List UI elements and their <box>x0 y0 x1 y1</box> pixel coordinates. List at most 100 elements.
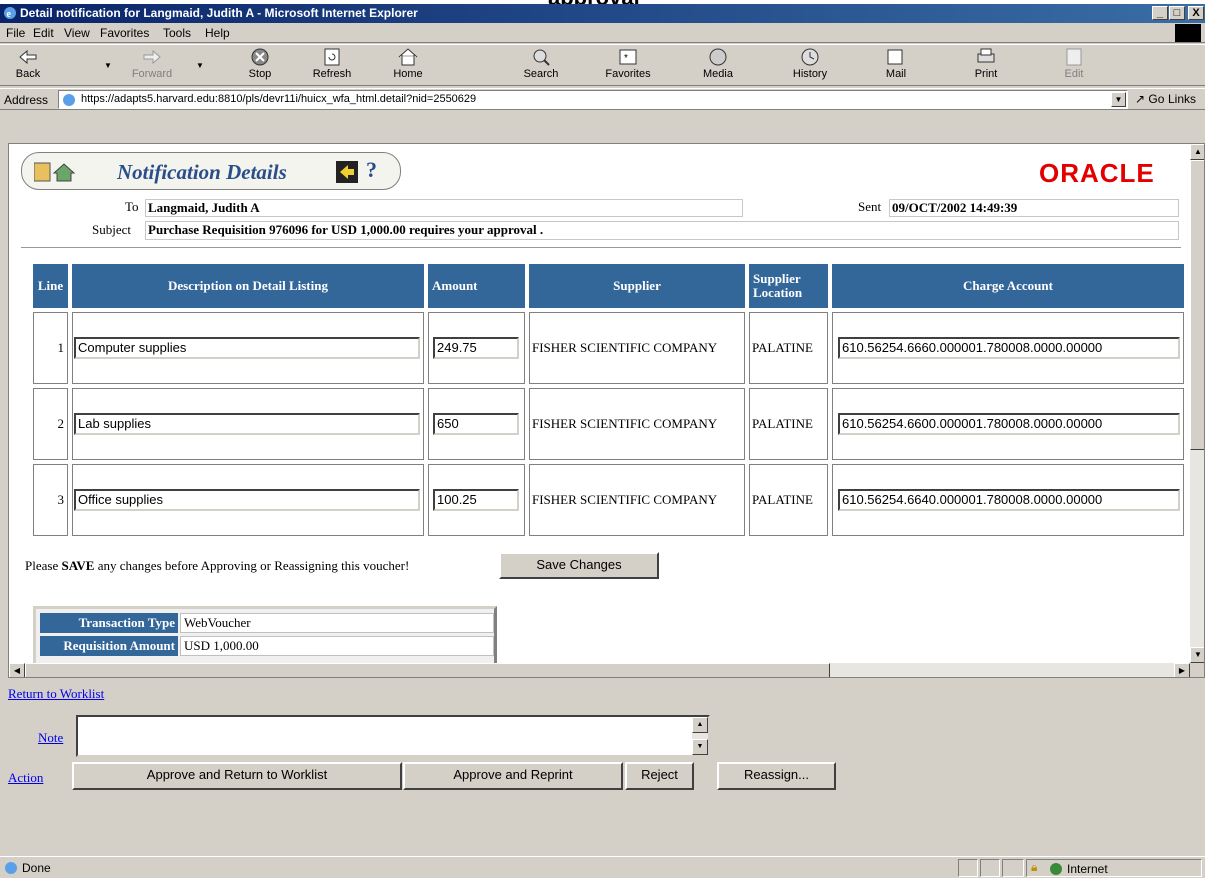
horizontal-scrollbar[interactable]: ◀ ▶ <box>9 663 1190 677</box>
ie-icon: e <box>4 7 16 20</box>
forward-dropdown-icon[interactable]: ▼ <box>196 61 204 70</box>
amount-input[interactable]: 650 <box>433 413 519 435</box>
header-supplier: Supplier <box>529 264 745 308</box>
amount-input[interactable]: 100.25 <box>433 489 519 511</box>
status-text: Done <box>22 861 51 875</box>
scroll-down-icon[interactable]: ▼ <box>1190 647 1204 663</box>
save-changes-button[interactable]: Save Changes <box>499 552 659 579</box>
amount-input[interactable]: 249.75 <box>433 337 519 359</box>
go-button[interactable]: ↗ Go <box>1135 92 1164 106</box>
table-header-row: Line Description on Detail Listing Amoun… <box>33 264 1184 308</box>
favorites-button[interactable]: * Favorites <box>598 47 658 85</box>
refresh-button[interactable]: Refresh <box>302 47 362 85</box>
vertical-scrollbar[interactable]: ▲ ▼ <box>1190 144 1204 663</box>
forward-label: Forward <box>131 68 173 80</box>
media-label: Media <box>703 68 733 80</box>
row-supplier: FISHER SCIENTIFIC COMPANY <box>529 388 745 460</box>
help-icon[interactable]: ? <box>366 157 377 183</box>
save-reminder-suffix: any changes before Approving or Reassign… <box>97 558 410 573</box>
lines-table: Line Description on Detail Listing Amoun… <box>29 260 1188 540</box>
menu-bar: File Edit View Favorites Tools Help <box>0 23 1205 43</box>
charge-account-input[interactable]: 610.56254.6660.000001.780008.0000.00000 <box>838 337 1180 359</box>
zone-text: Internet <box>1067 862 1108 876</box>
favorites-label: Favorites <box>605 68 651 80</box>
address-dropdown-icon[interactable]: ▼ <box>1111 92 1126 107</box>
history-button[interactable]: History <box>780 47 840 85</box>
back-dropdown-icon[interactable]: ▼ <box>104 61 112 70</box>
print-button[interactable]: Print <box>956 47 1016 85</box>
go-arrow-icon: ↗ <box>1135 92 1146 106</box>
reject-button[interactable]: Reject <box>625 762 694 790</box>
status-pane <box>958 859 978 877</box>
note-scrollbar[interactable]: ▲ ▼ <box>692 717 708 755</box>
oracle-logo: ORACLE <box>1039 158 1155 188</box>
return-to-worklist-link[interactable]: Return to Worklist <box>8 686 104 702</box>
action-link[interactable]: Action <box>8 770 43 786</box>
menu-tools[interactable]: Tools <box>163 26 191 40</box>
transaction-table: Transaction Type WebVoucher Requisition … <box>33 606 497 666</box>
row-account-cell: 610.56254.6660.000001.780008.0000.00000 <box>832 312 1184 384</box>
browser-toolbar: Back ▼ Forward ▼ Stop Refresh Home Searc… <box>0 44 1205 86</box>
exit-icon[interactable] <box>334 159 362 185</box>
save-reminder: Please SAVE any changes before Approving… <box>25 558 409 574</box>
note-scroll-down-icon[interactable]: ▼ <box>692 739 708 755</box>
approve-and-return-button[interactable]: Approve and Return to Worklist <box>72 762 402 790</box>
media-button[interactable]: Media <box>688 47 748 85</box>
minimize-button[interactable]: _ <box>1152 6 1168 20</box>
description-input[interactable]: Lab supplies <box>74 413 420 435</box>
horizontal-scroll-thumb[interactable] <box>25 663 830 677</box>
menu-favorites[interactable]: Favorites <box>100 26 149 40</box>
table-row: 3 Office supplies 100.25 FISHER SCIENTIF… <box>33 464 1184 536</box>
edit-button[interactable]: Edit <box>1044 47 1104 85</box>
header-supplier-location-line2: Location <box>753 285 803 300</box>
banner-icons <box>34 162 76 182</box>
search-button[interactable]: Search <box>511 47 571 85</box>
row-line-number: 1 <box>33 312 68 384</box>
home-button[interactable]: Home <box>378 47 438 85</box>
close-button[interactable]: X <box>1188 6 1204 20</box>
description-input[interactable]: Computer supplies <box>74 337 420 359</box>
menu-edit[interactable]: Edit <box>33 26 54 40</box>
scroll-right-icon[interactable]: ▶ <box>1174 663 1190 677</box>
menu-help[interactable]: Help <box>205 26 230 40</box>
search-icon <box>533 49 550 66</box>
charge-account-input[interactable]: 610.56254.6600.000001.780008.0000.00000 <box>838 413 1180 435</box>
forward-button[interactable]: Forward <box>124 47 180 85</box>
menu-file[interactable]: File <box>6 26 25 40</box>
back-label: Back <box>15 68 41 80</box>
row-description-cell: Office supplies <box>72 464 424 536</box>
reassign-button[interactable]: Reassign... <box>717 762 836 790</box>
row-account-cell: 610.56254.6600.000001.780008.0000.00000 <box>832 388 1184 460</box>
zone-pane: 🔒︎ Internet <box>1026 859 1202 877</box>
refresh-label: Refresh <box>312 68 352 80</box>
address-url: https://adapts5.harvard.edu:8810/pls/dev… <box>81 93 477 105</box>
menu-view[interactable]: View <box>64 26 90 40</box>
links-button[interactable]: Links <box>1168 92 1196 106</box>
mail-button[interactable]: Mail <box>866 47 926 85</box>
address-input[interactable]: https://adapts5.harvard.edu:8810/pls/dev… <box>58 90 1128 109</box>
charge-account-input[interactable]: 610.56254.6640.000001.780008.0000.00000 <box>838 489 1180 511</box>
approve-and-reprint-button[interactable]: Approve and Reprint <box>403 762 623 790</box>
vertical-scroll-thumb[interactable] <box>1190 160 1204 450</box>
printer-icon <box>977 48 995 63</box>
note-scroll-up-icon[interactable]: ▲ <box>692 717 708 733</box>
back-button[interactable]: Back <box>6 47 50 85</box>
note-link[interactable]: Note <box>38 730 63 746</box>
header-description: Description on Detail Listing <box>72 264 424 308</box>
worklist-icon[interactable] <box>34 162 51 182</box>
scroll-left-icon[interactable]: ◀ <box>9 663 25 677</box>
maximize-button[interactable]: □ <box>1169 6 1185 20</box>
mail-icon <box>887 49 903 65</box>
forward-arrow-icon <box>143 49 161 65</box>
stop-icon <box>251 48 269 66</box>
home-icon <box>398 48 418 66</box>
description-input[interactable]: Office supplies <box>74 489 420 511</box>
table-row: 2 Lab supplies 650 FISHER SCIENTIFIC COM… <box>33 388 1184 460</box>
header-supplier-location-line1: Supplier <box>753 271 801 286</box>
note-textarea[interactable]: ▲ ▼ <box>76 715 710 757</box>
scroll-up-icon[interactable]: ▲ <box>1190 144 1204 160</box>
home-page-icon[interactable] <box>52 163 76 182</box>
title-bar: e Detail notification for Langmaid, Judi… <box>0 4 1205 23</box>
save-reminder-prefix: Please <box>25 558 59 573</box>
stop-button[interactable]: Stop <box>230 47 290 85</box>
